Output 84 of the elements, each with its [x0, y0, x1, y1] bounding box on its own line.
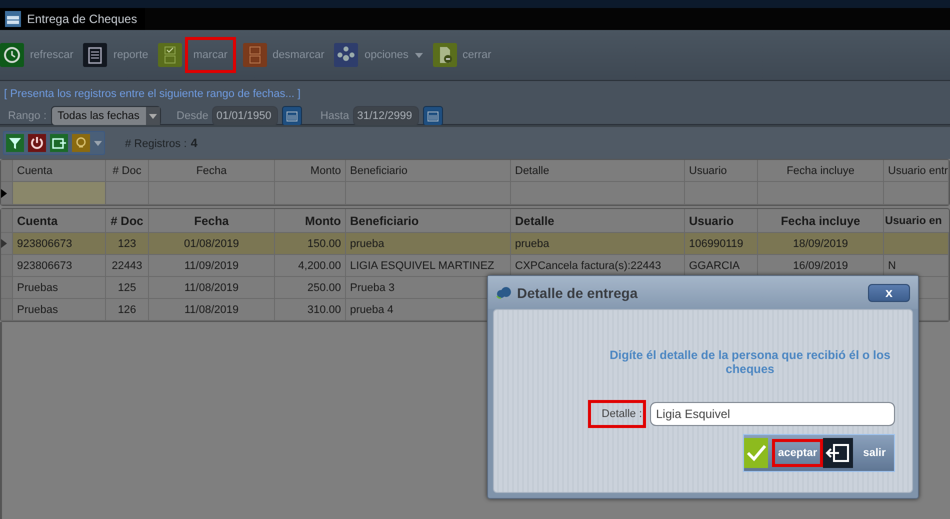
column-header[interactable]: Fecha — [149, 160, 275, 181]
cloud-icon — [496, 286, 512, 298]
column-header[interactable]: Fecha — [149, 209, 275, 232]
caret-icon — [414, 52, 423, 58]
records-label: # Registros : — [125, 138, 187, 150]
table-cell: 106990119 — [685, 233, 758, 254]
row-pointer-icon — [1, 188, 7, 198]
column-header[interactable]: Detalle — [511, 160, 685, 181]
checklist-icon — [158, 43, 182, 67]
column-header[interactable]: Usuario — [685, 209, 758, 232]
column-header[interactable]: Cuenta — [13, 160, 106, 181]
export-button[interactable] — [50, 134, 68, 152]
table-cell: 123 — [106, 233, 149, 254]
people-network-icon — [334, 43, 358, 67]
column-header[interactable]: # Doc — [106, 160, 149, 181]
table-cell: 11/09/2019 — [149, 255, 275, 276]
notepad-icon — [83, 43, 108, 67]
range-select[interactable]: Todas las fechas — [50, 106, 161, 126]
table-cell: 4,200.00 — [275, 255, 346, 276]
power-icon — [28, 134, 46, 152]
table-cell: 22443 — [106, 255, 149, 276]
table-cell: Pruebas — [13, 299, 106, 320]
from-label: Desde — [176, 110, 208, 122]
detail-label: Detalle : — [588, 400, 646, 428]
table-cell: 923806673 — [13, 255, 106, 276]
unmark-button[interactable]: desmarcar — [242, 40, 328, 70]
column-header[interactable]: Cuenta — [13, 209, 106, 232]
dropdown-caret-icon[interactable] — [94, 140, 102, 146]
calendar-button[interactable] — [282, 106, 302, 126]
column-header[interactable]: Beneficiario — [346, 209, 511, 232]
calendar-button[interactable] — [423, 106, 444, 126]
table-cell: 150.00 — [275, 233, 346, 254]
table-row[interactable]: 923806673 123 01/08/2019 150.00 prueba prueba 106990119 18/09/2019 — [1, 233, 949, 255]
empty-boxes-icon — [242, 43, 266, 67]
close-button[interactable]: x — [868, 284, 910, 302]
table-cell: 11/08/2019 — [149, 299, 275, 320]
close-button[interactable]: cerrar — [432, 40, 496, 70]
options-button[interactable]: opciones — [334, 40, 427, 70]
detail-field[interactable]: Ligia Esquivel — [650, 402, 895, 426]
refresh-button[interactable]: refrescar — [0, 40, 78, 70]
calendar-icon — [427, 110, 440, 122]
check-icon — [744, 438, 768, 468]
to-label: Hasta — [320, 110, 350, 122]
column-header[interactable]: Fecha incluye — [758, 209, 884, 232]
column-header[interactable]: Beneficiario — [346, 160, 511, 181]
table-cell: prueba — [511, 233, 685, 254]
table-cell: 250.00 — [275, 277, 346, 298]
clock-icon — [0, 43, 24, 67]
table-cell: Pruebas — [13, 277, 106, 298]
table-cell: 125 — [106, 277, 149, 298]
briefcase-icon — [5, 11, 21, 27]
table-cell: 01/08/2019 — [149, 233, 275, 254]
document-minus-icon — [432, 43, 457, 67]
table-cell: prueba — [346, 233, 511, 254]
range-label: Rango : — [8, 110, 47, 122]
column-header[interactable]: Monto — [275, 209, 346, 232]
report-button[interactable]: reporte — [83, 40, 152, 70]
bulb-button[interactable] — [72, 134, 90, 152]
filter-cell[interactable] — [13, 182, 106, 204]
column-header[interactable]: Usuario entr — [884, 160, 949, 181]
table-cell: 11/08/2019 — [149, 277, 275, 298]
accept-button[interactable]: aceptar — [744, 436, 824, 470]
table-cell: 923806673 — [13, 233, 106, 254]
dialog-title: Detalle de entrega — [517, 284, 639, 300]
column-header[interactable]: Detalle — [511, 209, 685, 232]
column-header[interactable]: Fecha incluye — [758, 160, 884, 181]
column-header[interactable]: # Doc — [106, 209, 149, 232]
window-tab[interactable]: Entrega de Cheques — [0, 8, 146, 30]
exit-button[interactable]: salir — [823, 436, 892, 470]
table-cell: 310.00 — [275, 299, 346, 320]
mark-button[interactable]: marcar — [158, 40, 236, 70]
exit-icon — [823, 438, 854, 468]
dialog-message: Digíte él detalle de la persona que recibió él o los cheques — [608, 348, 892, 376]
power-button[interactable] — [28, 134, 46, 152]
funnel-button[interactable] — [6, 134, 24, 152]
column-header[interactable]: Usuario en — [884, 209, 949, 232]
row-pointer-icon — [1, 239, 7, 248]
column-header[interactable]: Usuario — [685, 160, 758, 181]
column-header[interactable]: Monto — [275, 160, 346, 181]
table-cell: 18/09/2019 — [758, 233, 884, 254]
calendar-icon — [286, 110, 298, 122]
records-count: 4 — [190, 136, 198, 150]
filter-legend: [ Presenta los registros entre el siguiente rango de fechas... ] — [4, 88, 301, 100]
table-cell: 126 — [106, 299, 149, 320]
